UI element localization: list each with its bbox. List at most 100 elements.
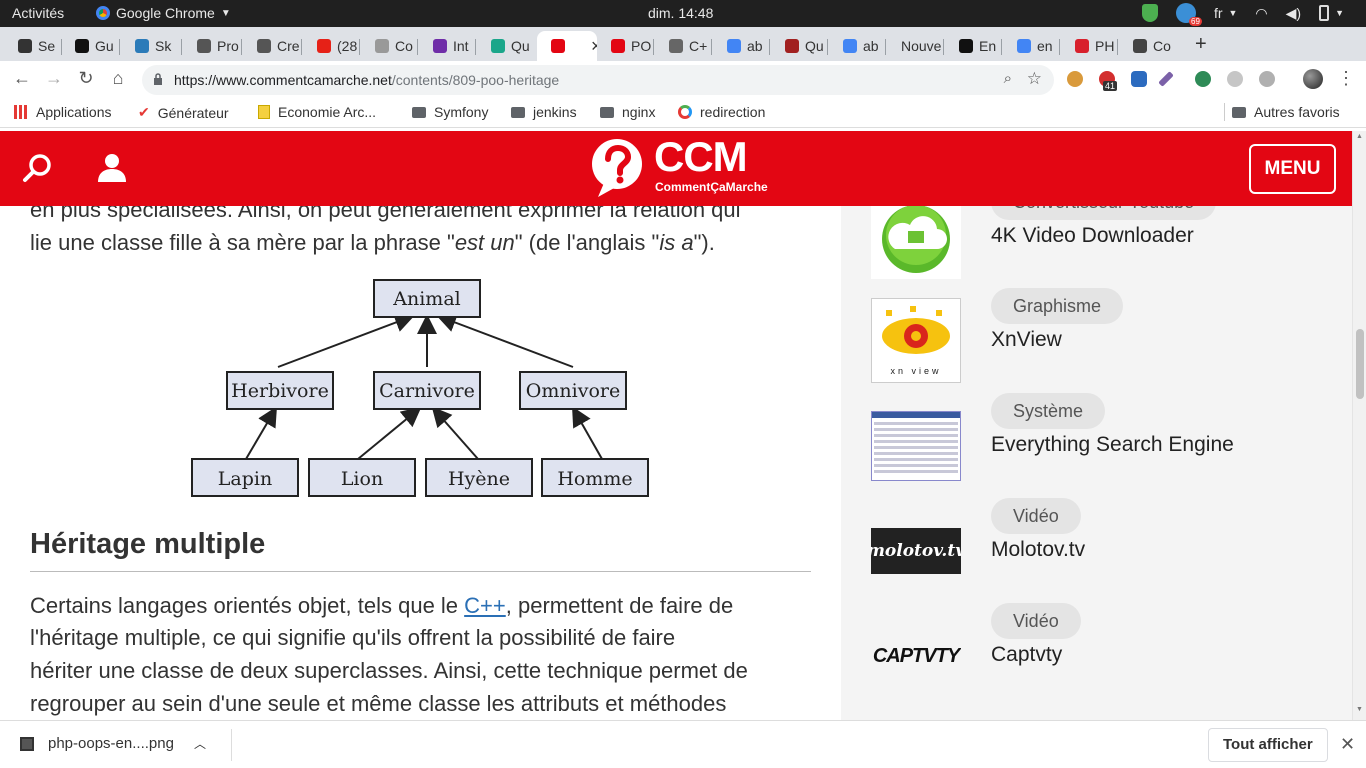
battery-icon[interactable] [1319, 5, 1330, 21]
browser-tab[interactable]: PH [1061, 31, 1116, 61]
scroll-up-icon[interactable]: ▲ [1356, 133, 1363, 140]
profile-avatar[interactable] [1303, 69, 1323, 89]
globe-extension-icon[interactable] [1195, 71, 1211, 87]
update-icon[interactable]: 69 [1175, 3, 1202, 26]
show-all-button[interactable]: Tout afficher [1208, 728, 1328, 762]
volume-icon[interactable]: ◀) [1286, 5, 1301, 22]
software-name[interactable]: Everything Search Engine [991, 433, 1234, 457]
chevron-up-icon[interactable]: ︿ [194, 735, 206, 752]
diagram-label: Hyène [448, 468, 510, 490]
browser-tab[interactable]: ab [713, 31, 768, 61]
clock[interactable]: dim. 14:48 [648, 5, 713, 21]
browser-tab[interactable]: C+ [655, 31, 710, 61]
browser-tab[interactable]: Co [361, 31, 416, 61]
privacy-extension-icon[interactable] [1131, 71, 1147, 87]
software-item[interactable]: molotov.tv Vidéo Molotov.tv [871, 498, 1351, 603]
shield-icon[interactable] [1141, 4, 1158, 22]
category-pill[interactable]: Vidéo [991, 498, 1081, 534]
os-top-bar: Activités Google Chrome ▼ dim. 14:48 69 … [0, 0, 1366, 27]
browser-tab[interactable]: Pro [183, 31, 240, 61]
bookmark-item[interactable]: nginx [600, 104, 655, 120]
language-indicator[interactable]: fr [1214, 5, 1223, 21]
tab-separator [417, 39, 418, 55]
tab-label: PH [1095, 38, 1115, 54]
app-menu[interactable]: Google Chrome ▼ [96, 5, 231, 21]
browser-tab[interactable]: PO [597, 31, 652, 61]
page-scrollbar[interactable]: ▲ ▼ [1352, 131, 1366, 720]
browser-tab[interactable]: Qu [771, 31, 826, 61]
browser-tab[interactable]: ab [829, 31, 884, 61]
browser-tab[interactable]: En [945, 31, 1000, 61]
bookmark-item[interactable]: Economie Arc... [258, 104, 376, 120]
scroll-down-icon[interactable]: ▼ [1356, 706, 1363, 713]
diagram-label: Herbivore [231, 380, 329, 402]
browser-tab[interactable]: Qu [477, 31, 534, 61]
category-pill[interactable]: Graphisme [991, 288, 1124, 324]
activities-button[interactable]: Activités [12, 5, 64, 21]
browser-tab[interactable]: (28 [303, 31, 358, 61]
bookmark-item[interactable]: redirection [678, 104, 765, 120]
software-item[interactable]: Système Everything Search Engine [871, 393, 1351, 498]
new-tab-button[interactable]: + [1195, 33, 1207, 56]
browser-tab[interactable]: Nouve [887, 31, 942, 61]
software-sidebar: Convertisseur Youtube 4K Video Downloade… [841, 206, 1352, 720]
browser-tab[interactable]: en [1003, 31, 1058, 61]
scroll-thumb[interactable] [1356, 329, 1364, 399]
tab-label: Sk [155, 38, 172, 54]
other-bookmarks[interactable]: Autres favoris [1232, 104, 1340, 120]
screenshot-icon [872, 412, 960, 473]
category-pill[interactable]: Vidéo [991, 603, 1081, 639]
search-icon[interactable] [22, 152, 54, 184]
browser-tab[interactable]: Gu [61, 31, 118, 61]
colorpicker-extension-icon[interactable] [1158, 71, 1174, 87]
chrome-menu-icon[interactable]: ⋮ [1334, 68, 1358, 89]
gear-extension-icon[interactable] [1259, 71, 1275, 87]
tab-active[interactable]: × [537, 31, 597, 61]
software-name[interactable]: 4K Video Downloader [991, 224, 1194, 248]
category-pill[interactable]: Système [991, 393, 1106, 429]
reload-icon[interactable]: ↻ [74, 68, 98, 89]
category-pill[interactable]: Convertisseur Youtube [991, 206, 1217, 220]
address-bar[interactable]: https://www.commentcamarche.net/contents… [142, 65, 1054, 95]
bookmark-item[interactable]: Symfony [412, 104, 488, 120]
user-icon[interactable] [96, 151, 128, 183]
software-name[interactable]: XnView [991, 328, 1062, 352]
software-name[interactable]: Molotov.tv [991, 538, 1085, 562]
text-span: , permettent de faire de [505, 593, 734, 618]
bookmark-item[interactable]: Applications [14, 104, 112, 120]
ring-icon [678, 105, 692, 119]
favicon-icon [75, 39, 89, 53]
cpp-link[interactable]: C++ [464, 593, 506, 618]
bookmark-item[interactable]: ✔ Générateur [138, 104, 229, 121]
software-item[interactable]: CAPTVTY Vidéo Captvty [871, 603, 1351, 708]
arrow [436, 313, 574, 368]
browser-tab[interactable]: Se [4, 31, 60, 61]
favicon-icon [18, 39, 32, 53]
back-icon[interactable]: ← [10, 68, 34, 89]
menu-button[interactable]: MENU [1249, 144, 1336, 194]
home-icon[interactable]: ⌂ [106, 68, 130, 89]
forward-icon[interactable]: → [42, 68, 66, 89]
system-tray[interactable]: 69 fr ▼ ◠ ◀) ▼ [1141, 3, 1344, 26]
software-name[interactable]: Captvty [991, 643, 1062, 667]
site-logo[interactable]: CCM CommentÇaMarche [590, 133, 768, 201]
download-item[interactable]: php-oops-en....png ︿ [20, 735, 206, 752]
favicon-icon [257, 39, 271, 53]
browser-tab[interactable]: Int [419, 31, 474, 61]
browser-tab[interactable]: Sk [121, 31, 180, 61]
adblock-extension-icon[interactable]: 41 [1099, 71, 1118, 91]
software-item[interactable]: Convertisseur Youtube 4K Video Downloade… [871, 206, 1351, 289]
zoom-icon[interactable]: ⌕ [1004, 70, 1012, 87]
emphasis: is a [659, 230, 694, 255]
compass-extension-icon[interactable] [1227, 71, 1243, 87]
bookmark-item[interactable]: jenkins [511, 104, 577, 120]
wifi-icon[interactable]: ◠ [1255, 5, 1267, 22]
browser-tab[interactable]: Cre [243, 31, 300, 61]
bookmark-star-icon[interactable]: ☆ [1027, 69, 1042, 89]
software-thumbnail [871, 411, 961, 481]
cookie-extension-icon[interactable] [1067, 71, 1083, 87]
browser-tab[interactable]: Co [1119, 31, 1175, 61]
software-item[interactable]: xn view Graphisme XnView [871, 288, 1351, 393]
bookmark-label: Applications [36, 104, 112, 120]
close-icon[interactable]: ✕ [1340, 734, 1355, 755]
